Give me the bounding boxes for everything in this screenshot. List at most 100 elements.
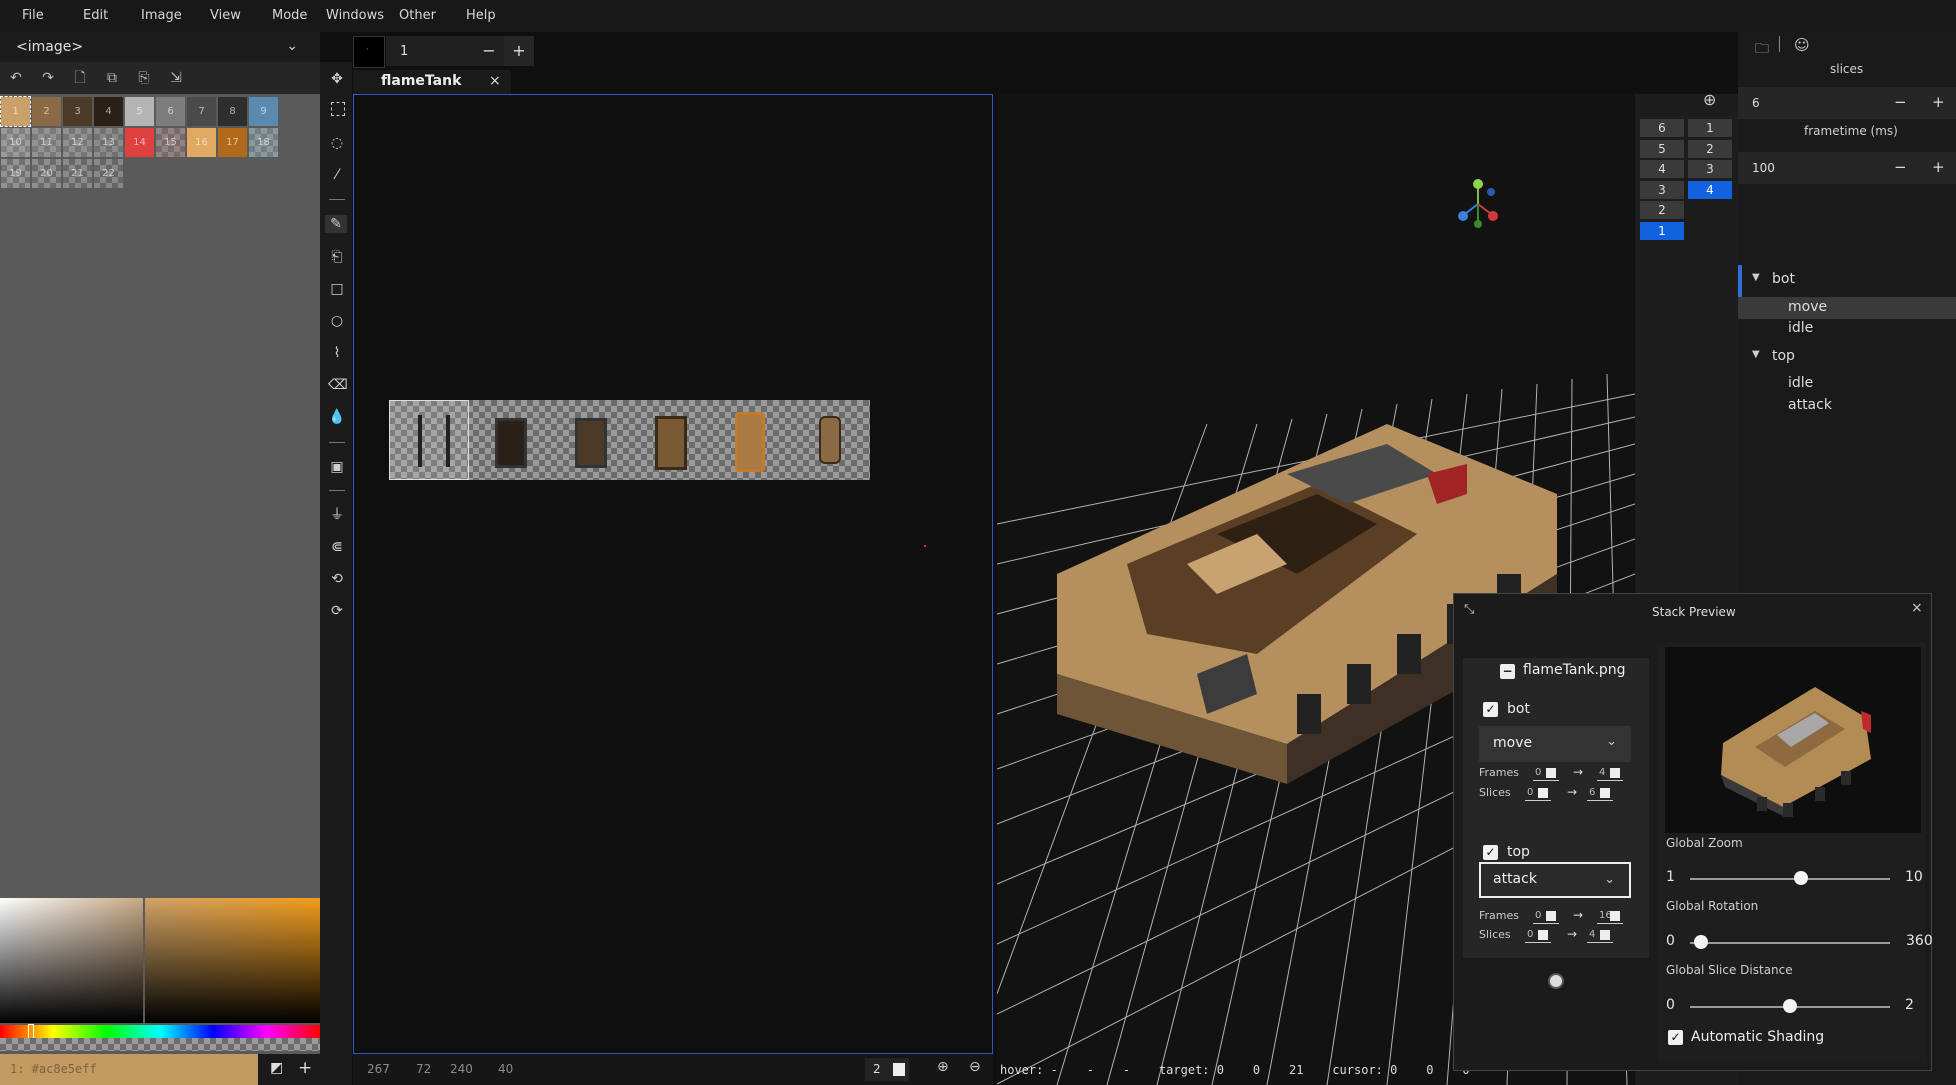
slices-increase-button[interactable]: + xyxy=(1932,93,1945,111)
pencil-tool-icon[interactable]: ✎ xyxy=(325,215,347,233)
skew-icon[interactable]: ⋐ xyxy=(328,538,346,556)
palette-swatch[interactable]: 6 xyxy=(156,97,185,126)
spin-icon[interactable] xyxy=(1600,930,1610,940)
flip-icon[interactable]: ⏚ xyxy=(328,506,346,524)
palette-swatch[interactable]: 15 xyxy=(156,128,185,157)
spin-icon[interactable] xyxy=(1610,768,1620,778)
bot-slices-to[interactable]: 6 xyxy=(1587,787,1613,801)
eraser-tool-icon[interactable]: ⌫ xyxy=(328,376,348,394)
palette-swatch[interactable]: 5 xyxy=(125,97,154,126)
import-palette-icon[interactable]: ⎘ xyxy=(136,70,152,86)
slice-cell[interactable]: 1 xyxy=(1640,221,1684,240)
spin-icon[interactable] xyxy=(1546,768,1556,778)
image-select[interactable]: <image> ⌄ xyxy=(0,32,320,63)
file-collapse-checkbox[interactable]: − xyxy=(1500,664,1515,679)
brush-size-decrease-button[interactable]: − xyxy=(474,36,504,66)
tree-item-move[interactable]: move xyxy=(1738,297,1956,319)
palette-swatch[interactable]: 20 xyxy=(32,159,61,188)
ellipse-tool-icon[interactable]: ○ xyxy=(328,312,346,330)
color-picker-tool-icon[interactable]: ⌇ xyxy=(328,344,346,362)
frametime-stepper[interactable]: 100 − + xyxy=(1738,152,1956,184)
menu-help[interactable]: Help xyxy=(466,8,496,23)
bot-frames-to[interactable]: 4 xyxy=(1597,767,1623,781)
global-rotation-knob[interactable] xyxy=(1694,935,1709,949)
settings-face-icon[interactable]: ☺ xyxy=(1794,36,1810,54)
spin-icon[interactable] xyxy=(1610,911,1620,921)
collapse-icon[interactable]: ⤡ xyxy=(1464,602,1474,617)
palette-swatch[interactable]: 14 xyxy=(125,128,154,157)
current-color-chip[interactable]: · xyxy=(353,36,385,68)
slice-cell[interactable]: 2 xyxy=(1640,201,1684,219)
slice-cell[interactable]: 4 xyxy=(1640,160,1684,178)
sprite-frame-selected[interactable] xyxy=(389,400,469,480)
color-picker-sv-right[interactable] xyxy=(145,898,320,1023)
palette-swatch[interactable]: 19 xyxy=(1,159,30,188)
rotate-left-icon[interactable]: ⟲ xyxy=(328,570,346,588)
fill-tool-icon[interactable]: 💧 xyxy=(328,408,346,426)
alpha-slider[interactable] xyxy=(0,1038,320,1051)
palette-swatch[interactable]: 4 xyxy=(94,97,123,126)
menu-file[interactable]: File xyxy=(22,8,44,23)
tab-flametank[interactable]: flameTank × xyxy=(353,70,511,96)
sprite-frame[interactable] xyxy=(709,400,789,480)
spin-icon[interactable] xyxy=(1538,788,1548,798)
bot-frames-from[interactable]: 0 xyxy=(1533,767,1559,781)
export-palette-icon[interactable]: ⇲ xyxy=(168,70,184,86)
menu-windows[interactable]: Windows xyxy=(326,8,384,23)
menu-mode[interactable]: Mode xyxy=(272,8,307,23)
add-layer-icon[interactable] xyxy=(1548,973,1564,989)
close-icon[interactable]: × xyxy=(1911,600,1923,616)
brush-size-increase-button[interactable]: + xyxy=(504,36,534,66)
slices-stepper[interactable]: 6 − + xyxy=(1738,87,1956,119)
frame-cell[interactable]: 2 xyxy=(1688,139,1732,158)
palette-swatch[interactable]: 2 xyxy=(32,97,61,126)
spin-icon[interactable] xyxy=(1538,930,1548,940)
menu-view[interactable]: View xyxy=(210,8,241,23)
close-icon[interactable]: × xyxy=(489,73,501,89)
sprite-frame[interactable] xyxy=(629,400,709,480)
palette-swatch[interactable]: 12 xyxy=(63,128,92,157)
automatic-shading-checkbox[interactable]: ✓ xyxy=(1668,1030,1683,1045)
spin-icon[interactable] xyxy=(1600,788,1610,798)
slice-cell[interactable]: 5 xyxy=(1640,139,1684,158)
palette-swatch[interactable]: 1 xyxy=(0,96,31,127)
frame-cell[interactable]: 1 xyxy=(1688,119,1732,137)
stamp-tool-icon[interactable]: ⎗ xyxy=(328,248,346,266)
tree-group-bot[interactable]: ▼ bot xyxy=(1738,270,1956,292)
palette-swatch[interactable]: 8 xyxy=(218,97,247,126)
new-palette-icon[interactable]: 🗋 xyxy=(72,70,88,86)
palette-swatch[interactable]: 3 xyxy=(63,97,92,126)
menu-image[interactable]: Image xyxy=(141,8,182,23)
bot-slices-from[interactable]: 0 xyxy=(1525,787,1551,801)
redo-icon[interactable]: ↷ xyxy=(40,70,56,86)
top-frames-from[interactable]: 0 xyxy=(1533,910,1559,924)
global-zoom-track[interactable] xyxy=(1690,878,1890,880)
spin-icon[interactable] xyxy=(1546,911,1556,921)
tree-item-attack[interactable]: attack xyxy=(1738,396,1956,418)
slice-cell[interactable]: 6 xyxy=(1640,119,1684,137)
top-frames-to[interactable]: 16 xyxy=(1597,910,1623,924)
image-edit-icon[interactable]: ▣ xyxy=(328,458,346,476)
global-rotation-track[interactable] xyxy=(1690,942,1890,944)
zoom-spin-icon[interactable] xyxy=(893,1063,905,1076)
frame-cell[interactable]: 4 xyxy=(1688,180,1732,199)
top-slices-from[interactable]: 0 xyxy=(1525,929,1551,943)
bot-layer-checkbox[interactable]: ✓ xyxy=(1483,702,1498,717)
top-layer-checkbox[interactable]: ✓ xyxy=(1483,845,1498,860)
frame-cell[interactable]: 3 xyxy=(1688,160,1732,178)
palette-swatch[interactable]: 13 xyxy=(94,128,123,157)
frametime-increase-button[interactable]: + xyxy=(1932,158,1945,176)
zoom-stepper[interactable]: 2 xyxy=(865,1058,909,1081)
slice-cell[interactable]: 3 xyxy=(1640,180,1684,199)
palette-swatch[interactable]: 21 xyxy=(63,159,92,188)
frametime-decrease-button[interactable]: − xyxy=(1894,158,1907,176)
slices-decrease-button[interactable]: − xyxy=(1894,93,1907,111)
add-frame-icon[interactable]: ⊕ xyxy=(1703,90,1716,109)
rect-select-icon[interactable] xyxy=(331,102,345,116)
tree-group-top[interactable]: ▼ top xyxy=(1738,347,1956,369)
tree-item-idle[interactable]: idle xyxy=(1738,374,1956,396)
palette-swatch[interactable]: 9 xyxy=(249,97,278,126)
palette-swatch[interactable]: 22 xyxy=(94,159,123,188)
global-slice-distance-knob[interactable] xyxy=(1783,999,1797,1013)
global-zoom-knob[interactable] xyxy=(1794,871,1809,885)
